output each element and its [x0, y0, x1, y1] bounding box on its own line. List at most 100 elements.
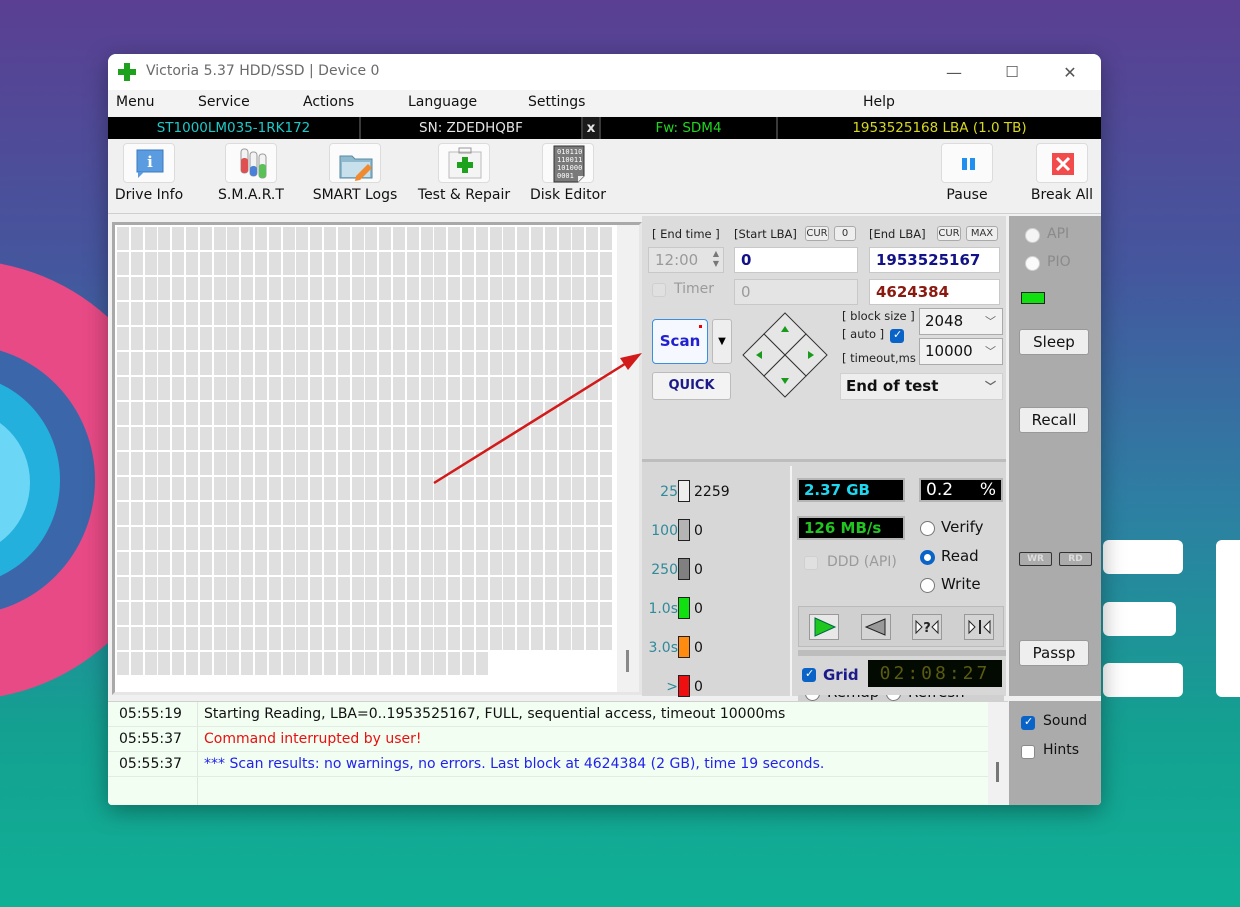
passp-button[interactable]: Passp [1019, 640, 1089, 666]
end-time-spinner-icon[interactable]: ▲ ▼ [713, 249, 719, 269]
quick-button[interactable]: QUICK [652, 372, 731, 400]
menu-service[interactable]: Service [198, 94, 250, 110]
menu-help[interactable]: Help [863, 94, 895, 110]
grid-cell [393, 427, 405, 450]
timer-checkbox[interactable] [652, 283, 666, 297]
grid-cell [130, 652, 143, 675]
grid-cell [282, 302, 295, 325]
verify-radio[interactable] [920, 521, 935, 536]
grid-cell [420, 502, 433, 525]
menu-bar: Menu Service Actions Language Settings H… [108, 90, 1101, 116]
maximize-button[interactable]: ☐ [989, 54, 1035, 90]
log-options: Sound Hints [1009, 701, 1101, 805]
break-all-button[interactable]: Break All [1026, 143, 1098, 203]
smart-logs-button[interactable]: SMART Logs [308, 143, 402, 203]
ddd-api-checkbox[interactable] [804, 556, 818, 570]
end-lba-cur-button[interactable]: CUR [937, 226, 961, 241]
menu-menu[interactable]: Menu [116, 94, 154, 110]
menu-settings[interactable]: Settings [528, 94, 585, 110]
end-time-input[interactable]: 12:00 ▲ ▼ [648, 247, 724, 273]
end-lba-input[interactable]: 1953525167 [869, 247, 1000, 273]
menu-language[interactable]: Language [408, 94, 477, 110]
percent-sign: % [979, 480, 996, 500]
grid-cell [117, 577, 129, 600]
test-repair-button[interactable]: Test & Repair [416, 143, 512, 203]
grid-cell [475, 277, 488, 300]
grid-cell [199, 577, 212, 600]
grid-cell [227, 427, 240, 450]
grid-cell [296, 577, 309, 600]
hints-checkbox[interactable] [1021, 745, 1035, 759]
transport-controls: ? [798, 606, 1004, 647]
grid-cell [503, 327, 516, 350]
sleep-button[interactable]: Sleep [1019, 329, 1089, 355]
grid-scrollbar-thumb[interactable] [626, 650, 629, 672]
write-radio[interactable] [920, 578, 935, 593]
pio-radio[interactable] [1025, 256, 1040, 271]
minimize-button[interactable]: — [931, 54, 977, 90]
grid-cell [558, 377, 571, 400]
grid-cell [379, 552, 392, 575]
smart-button[interactable]: S.M.A.R.T [212, 143, 290, 203]
end-lba-max-button[interactable]: MAX [966, 226, 998, 241]
grid-cell [213, 452, 226, 475]
grid-cell [351, 402, 364, 425]
start-lba-zero-button[interactable]: 0 [834, 226, 856, 241]
grid-cell [310, 252, 323, 275]
scan-dropdown-button[interactable]: ▼ [712, 319, 732, 364]
timeout-select[interactable]: 10000 ﹀ [919, 338, 1003, 365]
disk-editor-button[interactable]: 010110 110011 101000 0001 Disk Editor [528, 143, 608, 203]
block-size-select[interactable]: 2048 ﹀ [919, 308, 1003, 335]
grid-cell [117, 302, 129, 325]
menu-actions[interactable]: Actions [303, 94, 354, 110]
device-close-button[interactable]: x [583, 117, 601, 139]
timer-input[interactable]: 0 [734, 279, 858, 305]
start-lba-cur-button[interactable]: CUR [805, 226, 829, 241]
read-radio[interactable] [920, 550, 935, 565]
grid-cell [434, 652, 447, 675]
grid-cell [406, 502, 419, 525]
grid-cell [144, 577, 157, 600]
scan-indicator-dot [699, 325, 702, 328]
grid-cell [365, 352, 378, 375]
grid-cell [365, 452, 378, 475]
butterfly-button[interactable]: ? [912, 614, 942, 640]
grid-cell [172, 477, 185, 500]
grid-cell [337, 627, 350, 650]
api-radio[interactable] [1025, 228, 1040, 243]
first-aid-kit-icon [448, 147, 482, 179]
log-panel: 05:55:19 Starting Reading, LBA=0..1953525… [108, 701, 1008, 805]
verify-label: Verify [941, 518, 984, 536]
grid-cell [130, 302, 143, 325]
recall-button[interactable]: Recall [1019, 407, 1089, 433]
log-scrollbar[interactable] [988, 702, 1008, 805]
grid-checkbox[interactable] [802, 667, 816, 682]
pause-button[interactable]: Pause [934, 143, 1000, 203]
grid-cell [475, 452, 488, 475]
grid-scrollbar[interactable] [617, 225, 639, 692]
grid-cell [517, 477, 530, 500]
end-action-select[interactable]: End of test ﹀ [840, 373, 1003, 400]
grid-cell [531, 227, 543, 250]
grid-cell [268, 477, 281, 500]
auto-block-size-checkbox[interactable] [890, 328, 904, 343]
play-button[interactable] [809, 614, 839, 640]
current-lba-input[interactable]: 4624384 [869, 279, 1000, 305]
log-scrollbar-thumb[interactable] [996, 762, 999, 782]
reverse-button[interactable] [861, 614, 891, 640]
close-button[interactable]: ✕ [1047, 54, 1093, 90]
disk-editor-bits-3: 0001 [557, 172, 574, 180]
scan-button[interactable]: Scan [652, 319, 708, 364]
grid-cell [475, 527, 488, 550]
skip-button[interactable] [964, 614, 994, 640]
drive-info-button[interactable]: i Drive Info [114, 143, 184, 203]
grid-cell [310, 327, 323, 350]
grid-cell [475, 627, 488, 650]
grid-cell [324, 452, 336, 475]
grid-cell [241, 477, 254, 500]
grid-cell [296, 502, 309, 525]
sound-checkbox[interactable] [1021, 715, 1035, 730]
grid-cell [186, 252, 198, 275]
legend-row: 25 2259 [642, 478, 782, 508]
start-lba-input[interactable]: 0 [734, 247, 858, 273]
